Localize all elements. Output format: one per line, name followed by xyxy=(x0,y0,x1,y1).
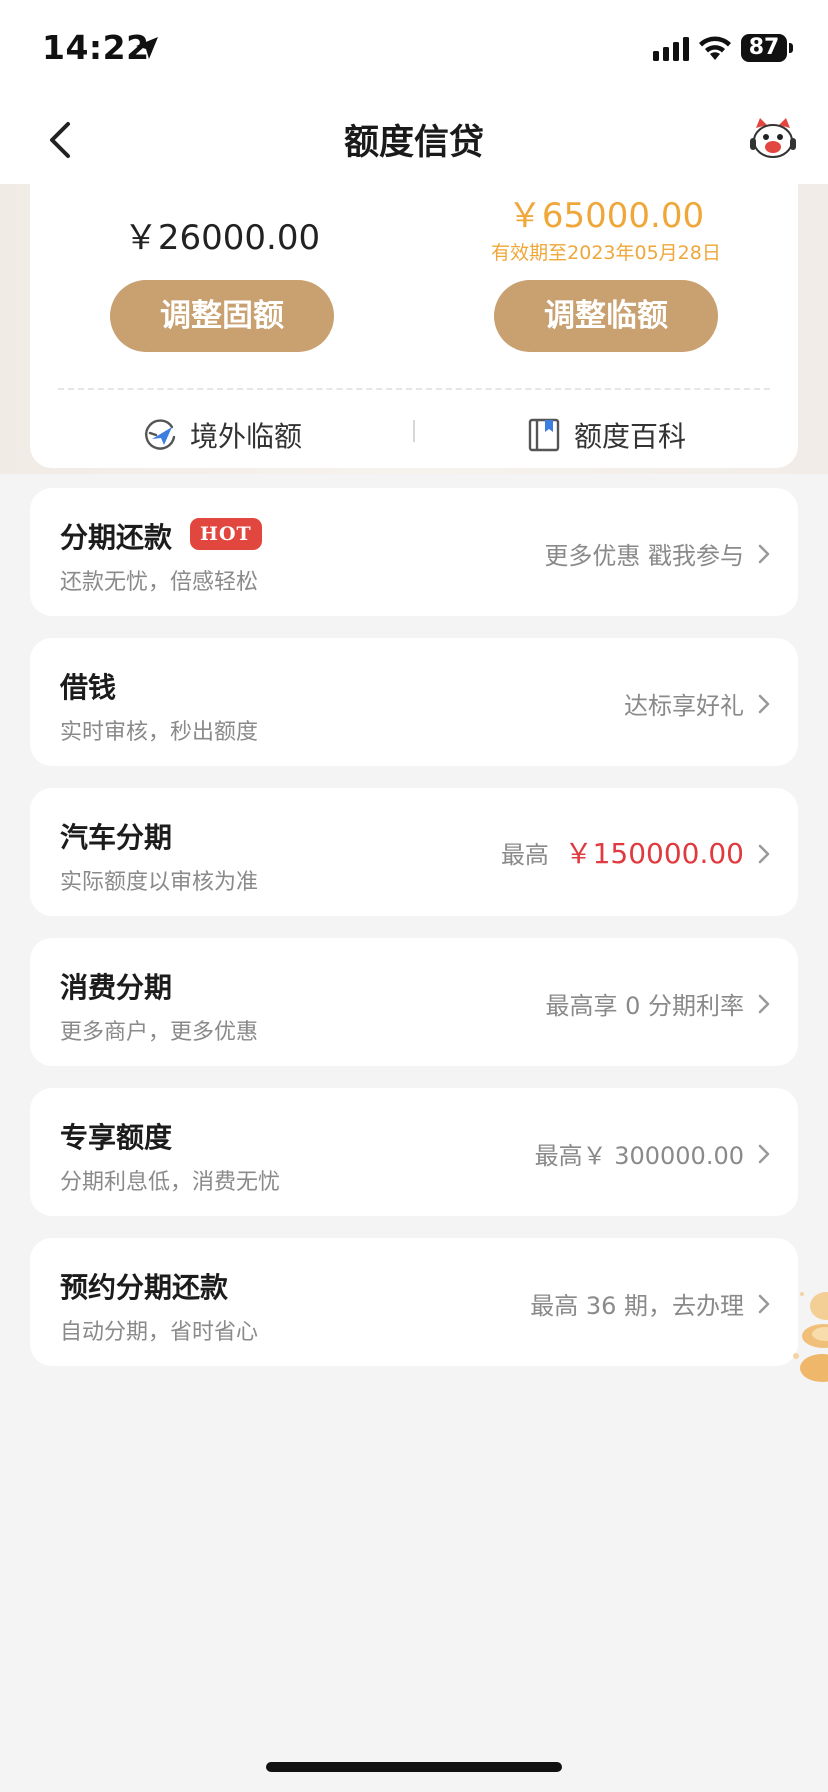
item-title: 汽车分期 xyxy=(60,821,173,854)
adjust-fixed-limit-button[interactable]: 调整固额 xyxy=(110,280,334,352)
exclusive-limit-item[interactable]: 专享额度 分期利息低，消费无忧 最高￥ 300000.00 xyxy=(30,1088,798,1216)
item-promo-text: 达标享好礼 xyxy=(624,692,744,720)
item-max-amount: 最高 ￥150000.00 xyxy=(501,832,744,872)
mascot-assistant-icon[interactable] xyxy=(748,114,798,164)
limit-encyclopedia-link[interactable]: 额度百科 xyxy=(526,410,686,460)
item-title: 借钱 xyxy=(60,671,117,704)
battery-level: 87 xyxy=(748,35,780,60)
item-title: 分期还款 xyxy=(60,521,173,554)
item-subtitle: 实际额度以审核为准 xyxy=(60,870,259,895)
installment-repayment-item[interactable]: 分期还款 HOT 还款无忧，倍感轻松 更多优惠 戳我参与 xyxy=(30,488,798,616)
item-title: 消费分期 xyxy=(60,971,173,1004)
status-bar: 14:22 87 xyxy=(0,0,828,92)
cellular-signal-icon xyxy=(653,37,689,61)
fixed-limit-amount: ￥26000.00 xyxy=(123,218,321,258)
limit-encyclopedia-label: 额度百科 xyxy=(574,420,687,453)
max-prefix: 最高 xyxy=(500,841,549,869)
floating-coins-decoration[interactable] xyxy=(786,1276,828,1396)
item-subtitle: 更多商户，更多优惠 xyxy=(60,1020,259,1045)
home-indicator xyxy=(266,1762,562,1772)
adjust-temporary-limit-button[interactable]: 调整临额 xyxy=(494,280,718,352)
item-promo-text: 最高￥ 300000.00 xyxy=(534,1142,744,1170)
borrow-money-item[interactable]: 借钱 实时审核，秒出额度 达标享好礼 xyxy=(30,638,798,766)
item-promo-text: 更多优惠 戳我参与 xyxy=(544,542,744,570)
item-title: 预约分期还款 xyxy=(60,1271,229,1304)
max-amount-value: ￥150000.00 xyxy=(564,837,744,870)
item-subtitle: 还款无忧，倍感轻松 xyxy=(60,570,259,595)
chevron-right-icon xyxy=(758,544,770,564)
chevron-right-icon xyxy=(758,1144,770,1164)
plane-globe-icon xyxy=(145,419,176,450)
item-subtitle: 实时审核，秒出额度 xyxy=(60,720,259,745)
wifi-icon xyxy=(699,36,731,60)
page-title: 额度信贷 xyxy=(343,123,484,163)
chevron-right-icon xyxy=(758,1294,770,1314)
item-promo-text: 最高享 0 分期利率 xyxy=(545,992,744,1020)
navigation-bar: 额度信贷 xyxy=(0,92,828,184)
overseas-temp-limit-link[interactable]: 境外临额 xyxy=(142,410,302,460)
temporary-limit-amount: ￥65000.00 xyxy=(507,196,705,236)
chevron-right-icon xyxy=(758,844,770,864)
scheduled-installment-item[interactable]: 预约分期还款 自动分期，省时省心 最高 36 期，去办理 xyxy=(30,1238,798,1366)
credit-limit-card: ￥26000.00 ￥65000.00 有效期至2023年05月28日 调整固额… xyxy=(30,184,798,468)
car-installment-item[interactable]: 汽车分期 实际额度以审核为准 最高 ￥150000.00 xyxy=(30,788,798,916)
book-icon xyxy=(528,418,560,452)
item-promo-text: 最高 36 期，去办理 xyxy=(530,1292,744,1320)
consumer-installment-item[interactable]: 消费分期 更多商户，更多优惠 最高享 0 分期利率 xyxy=(30,938,798,1066)
battery-indicator: 87 xyxy=(741,34,793,62)
item-subtitle: 分期利息低，消费无忧 xyxy=(60,1170,281,1195)
temporary-limit-validity: 有效期至2023年05月28日 xyxy=(491,242,721,264)
chevron-right-icon xyxy=(758,694,770,714)
chevron-right-icon xyxy=(758,994,770,1014)
hot-badge: HOT xyxy=(190,518,262,550)
item-subtitle: 自动分期，省时省心 xyxy=(60,1320,259,1345)
item-title: 专享额度 xyxy=(60,1121,173,1154)
overseas-temp-limit-label: 境外临额 xyxy=(190,420,303,453)
dashed-divider xyxy=(58,388,770,390)
link-separator xyxy=(413,420,415,442)
location-arrow-icon xyxy=(136,37,158,59)
